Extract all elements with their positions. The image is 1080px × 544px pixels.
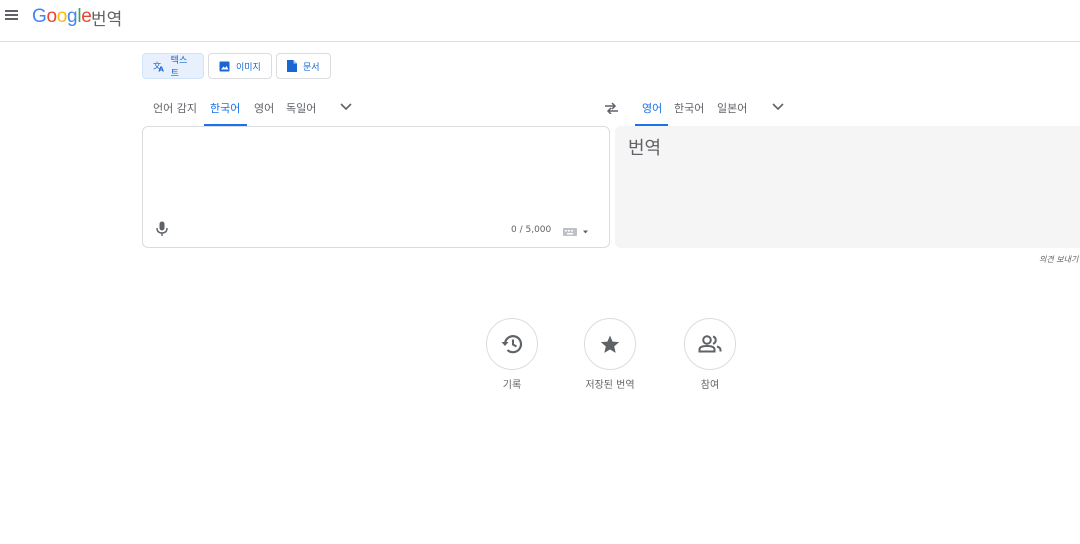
history-label: 기록: [502, 380, 522, 391]
image-icon: [219, 61, 230, 71]
keyboard-icon[interactable]: [563, 228, 589, 236]
mode-document-button[interactable]: 문서: [276, 53, 331, 79]
swap-languages-icon[interactable]: [604, 102, 619, 114]
send-feedback-link[interactable]: 의견 보내기: [1039, 254, 1078, 265]
source-lang-korean[interactable]: 한국어: [210, 100, 240, 116]
community-button[interactable]: [684, 318, 736, 370]
source-panel: 0 / 5,000: [142, 126, 610, 248]
svg-text:A: A: [158, 64, 164, 72]
microphone-icon[interactable]: [156, 221, 168, 237]
product-title: 번역: [91, 10, 123, 30]
character-count: 0 / 5,000: [511, 225, 552, 235]
mode-image-label: 이미지: [236, 62, 261, 73]
google-logo[interactable]: Google: [32, 6, 92, 28]
mode-text-label: 텍스트: [170, 56, 188, 79]
source-more-chevron-icon[interactable]: [340, 103, 352, 111]
target-panel: 번역: [615, 126, 1080, 248]
people-icon: [698, 335, 722, 353]
star-icon: [600, 335, 620, 353]
header: Google 번역: [0, 0, 1080, 42]
history-icon: [501, 335, 523, 354]
document-icon: [287, 60, 297, 72]
target-more-chevron-icon[interactable]: [772, 103, 784, 111]
history-button[interactable]: [486, 318, 538, 370]
translate-icon: 文 A: [153, 61, 164, 72]
target-translation-output: 번역: [628, 138, 662, 159]
target-lang-japanese[interactable]: 일본어: [717, 100, 747, 116]
saved-translations-label: 저장된 번역: [585, 380, 635, 391]
target-lang-english[interactable]: 영어: [642, 100, 662, 116]
saved-translations-button[interactable]: [584, 318, 636, 370]
source-text-input[interactable]: [157, 139, 597, 209]
target-lang-korean[interactable]: 한국어: [674, 100, 704, 116]
source-lang-english[interactable]: 영어: [254, 100, 274, 116]
mode-text-button[interactable]: 文 A 텍스트: [142, 53, 204, 79]
mode-document-label: 문서: [303, 62, 320, 73]
mode-image-button[interactable]: 이미지: [208, 53, 272, 79]
hamburger-icon[interactable]: [5, 9, 21, 23]
source-lang-german[interactable]: 독일어: [286, 100, 316, 116]
source-lang-detect[interactable]: 언어 감지: [153, 100, 197, 116]
community-label: 참여: [700, 380, 720, 391]
